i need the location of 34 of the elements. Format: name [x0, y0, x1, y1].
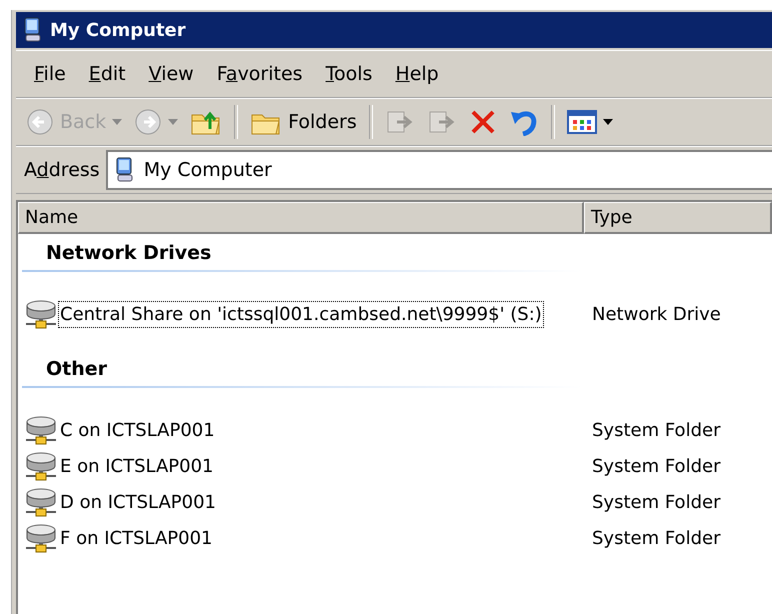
menu-item[interactable]: Tools: [316, 63, 386, 85]
file-type: System Folder: [591, 492, 720, 512]
group-title: Network Drives: [45, 241, 212, 266]
window-title: My Computer: [50, 20, 186, 40]
network-drive-icon: [24, 415, 58, 445]
views-icon: [566, 109, 597, 135]
menu-item[interactable]: Help: [385, 63, 452, 85]
network-drive-icon: [24, 523, 58, 553]
address-field[interactable]: My Computer: [106, 150, 772, 190]
group-title: Other: [45, 357, 108, 382]
network-drive-icon: [24, 451, 58, 481]
column-header[interactable]: Name: [18, 202, 584, 234]
file-type: System Folder: [591, 456, 720, 476]
folders-button[interactable]: Folders: [246, 105, 361, 139]
column-header[interactable]: Type: [584, 202, 772, 234]
network-drive-icon: [24, 487, 58, 517]
file-type: System Folder: [591, 420, 720, 440]
menu-item[interactable]: View: [138, 63, 207, 85]
menu-item[interactable]: Edit: [78, 63, 139, 85]
caret-icon: [112, 119, 122, 125]
file-name[interactable]: F on ICTSLAP001: [58, 524, 214, 552]
file-name[interactable]: Central Share on 'ictssql001.cambsed.net\9999$' (S:): [58, 300, 544, 328]
address-label: Address: [23, 159, 101, 181]
file-name[interactable]: E on ICTSLAP001: [58, 452, 216, 480]
file-type: System Folder: [591, 528, 720, 548]
menu-item[interactable]: Favorites: [206, 63, 316, 85]
file-name[interactable]: D on ICTSLAP001: [58, 488, 218, 516]
caret-icon: [168, 119, 178, 125]
network-drive-icon: [24, 299, 58, 329]
delete-icon: [468, 108, 497, 136]
file-name[interactable]: C on ICTSLAP001: [58, 416, 217, 444]
caret-icon: [602, 119, 613, 125]
menu-item[interactable]: File: [24, 63, 79, 85]
file-type: Network Drive: [591, 304, 721, 324]
